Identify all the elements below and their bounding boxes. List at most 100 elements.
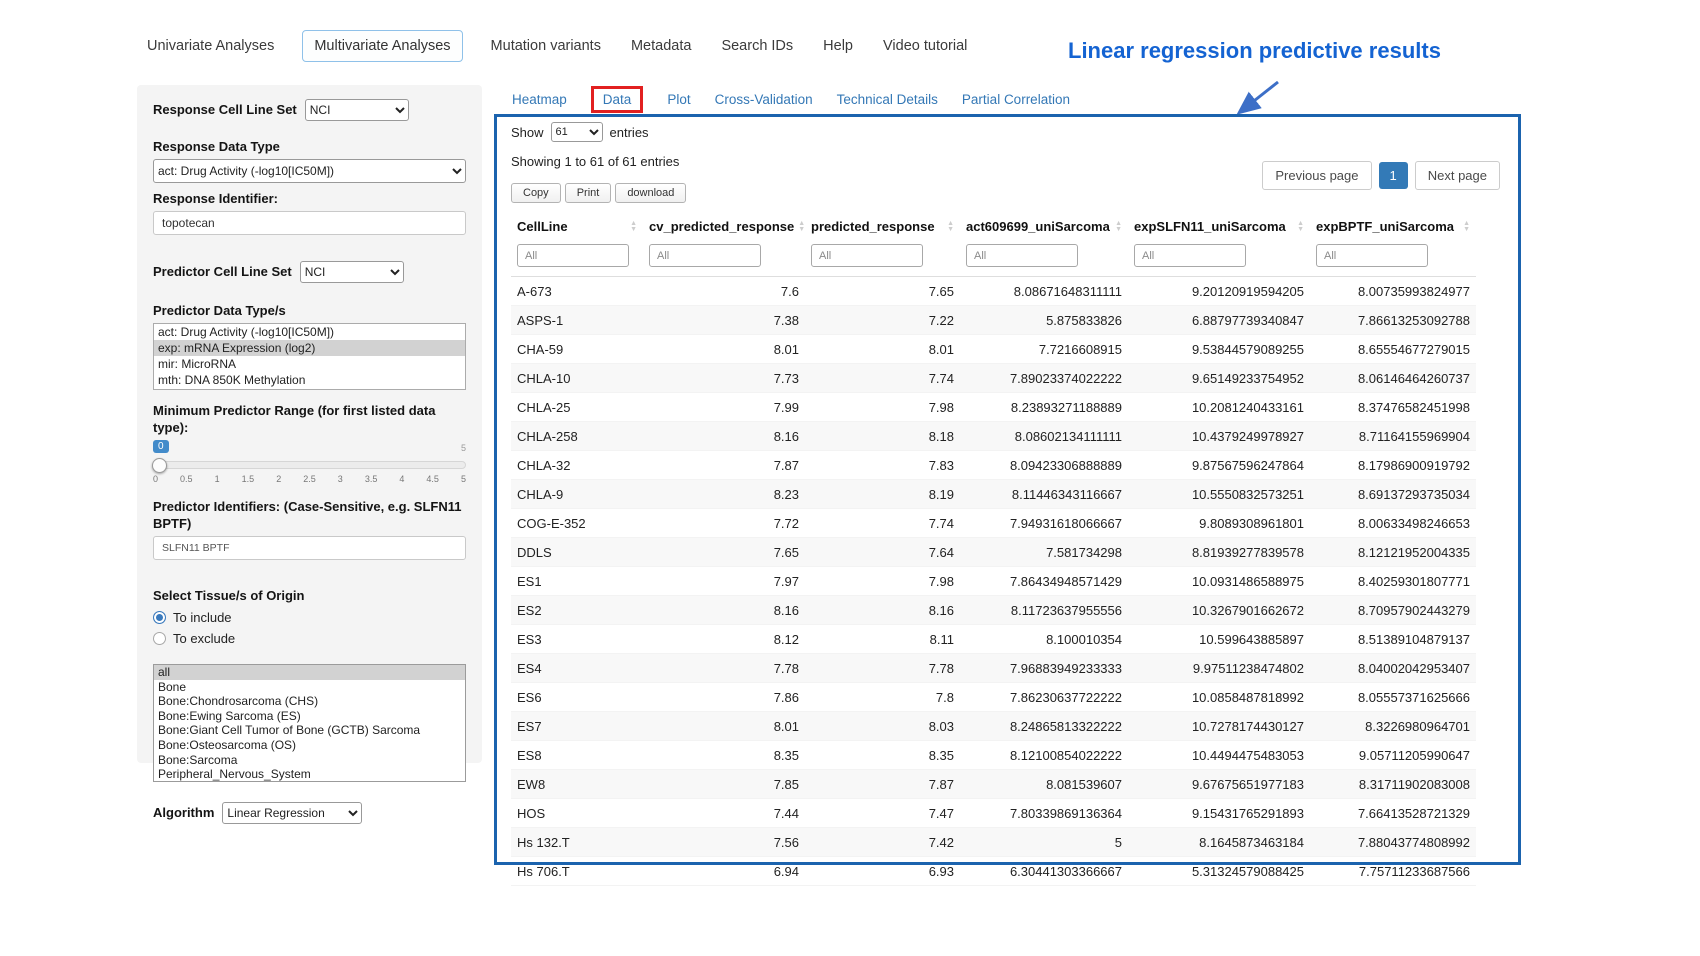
column-header-act609699-unisarcoma[interactable]: act609699_uniSarcoma▲▼ <box>960 212 1128 241</box>
response-cell-line-set-row: Response Cell Line Set NCI <box>153 99 466 121</box>
table-row[interactable]: A-6737.67.658.086716483111119.2012091959… <box>511 277 1476 306</box>
sort-icon[interactable]: ▲▼ <box>1463 221 1470 233</box>
filter-cell <box>511 244 643 267</box>
tab-technical-details[interactable]: Technical Details <box>837 92 938 107</box>
sidebar: Response Cell Line Set NCI Response Data… <box>137 85 482 763</box>
filter-input-predicted-response[interactable] <box>811 244 923 267</box>
table-row[interactable]: COG-E-3527.727.747.949316180666679.80893… <box>511 509 1476 538</box>
table-row[interactable]: CHLA-98.238.198.1144634311666710.5550832… <box>511 480 1476 509</box>
algorithm-select[interactable]: Linear Regression <box>222 802 362 824</box>
tissue-option-all[interactable]: all <box>154 665 465 680</box>
table-row[interactable]: ES28.168.168.1172363795555610.3267901662… <box>511 596 1476 625</box>
table-row[interactable]: ES88.358.358.1210085402222210.4494475483… <box>511 741 1476 770</box>
cell-value: 7.78 <box>643 654 805 682</box>
copy-button[interactable]: Copy <box>511 183 561 203</box>
response-identifier-input[interactable] <box>153 211 466 235</box>
column-header-cellline[interactable]: CellLine▲▼ <box>511 212 643 241</box>
nav-item-help[interactable]: Help <box>821 31 855 61</box>
data-type-option-act-drug-activity-log10-ic50m[interactable]: act: Drug Activity (-log10[IC50M]) <box>154 324 465 340</box>
nav-item-metadata[interactable]: Metadata <box>629 31 693 61</box>
tab-heatmap[interactable]: Heatmap <box>512 92 567 107</box>
column-header-expslfn11-unisarcoma[interactable]: expSLFN11_uniSarcoma▲▼ <box>1128 212 1310 241</box>
column-header-expbptf-unisarcoma[interactable]: expBPTF_uniSarcoma▲▼ <box>1310 212 1476 241</box>
table-row[interactable]: ES17.977.987.8643494857142910.0931486588… <box>511 567 1476 596</box>
cell-value: 10.3267901662672 <box>1128 596 1310 624</box>
cell-name: CHLA-32 <box>511 451 643 479</box>
table-row[interactable]: EW87.857.878.0815396079.676756519771838.… <box>511 770 1476 799</box>
table-row[interactable]: ES47.787.787.968839492333339.97511238474… <box>511 654 1476 683</box>
table-row[interactable]: ASPS-17.387.225.8758338266.8879773934084… <box>511 306 1476 335</box>
sort-icon[interactable]: ▲▼ <box>947 221 954 233</box>
nav-item-univariate-analyses[interactable]: Univariate Analyses <box>145 31 276 61</box>
sort-desc-icon: ▼ <box>630 227 637 233</box>
column-header-predicted-response[interactable]: predicted_response▲▼ <box>805 212 960 241</box>
table-row[interactable]: CHLA-257.997.988.2389327118888910.208124… <box>511 393 1476 422</box>
data-type-option-exp-mrna-expression-log2[interactable]: exp: mRNA Expression (log2) <box>154 340 465 356</box>
cell-name: ES4 <box>511 654 643 682</box>
sort-icon[interactable]: ▲▼ <box>1297 221 1304 233</box>
nav-item-multivariate-analyses[interactable]: Multivariate Analyses <box>302 30 462 62</box>
table-row[interactable]: Hs 132.T7.567.4258.16458734631847.880437… <box>511 828 1476 857</box>
predictor-cell-line-set-select[interactable]: NCI <box>300 261 404 283</box>
slider-handle[interactable] <box>152 458 167 473</box>
slider-track[interactable] <box>153 461 466 469</box>
data-type-option-mth-dna-850k-methylation[interactable]: mth: DNA 850K Methylation <box>154 372 465 388</box>
table-row[interactable]: DDLS7.657.647.5817342988.819392778395788… <box>511 538 1476 567</box>
tissue-option-bone-ewing-sarcoma-es[interactable]: Bone:Ewing Sarcoma (ES) <box>154 709 465 724</box>
entries-select[interactable]: 61 <box>551 122 603 142</box>
slider-tick: 0.5 <box>180 474 193 484</box>
sort-icon[interactable]: ▲▼ <box>1115 221 1122 233</box>
table-row[interactable]: Hs 706.T6.946.936.304413033666675.313245… <box>511 857 1476 886</box>
nav-item-mutation-variants[interactable]: Mutation variants <box>489 31 603 61</box>
column-header-cv-predicted-response[interactable]: cv_predicted_response▲▼ <box>643 212 805 241</box>
tissue-include-radio[interactable]: To include <box>153 610 466 625</box>
table-row[interactable]: ES38.128.118.10001035410.5996438858978.5… <box>511 625 1476 654</box>
cell-value: 8.08602134111111 <box>960 422 1128 450</box>
tissue-option-bone-sarcoma[interactable]: Bone:Sarcoma <box>154 753 465 768</box>
filter-input-cv-predicted-response[interactable] <box>649 244 761 267</box>
filter-input-expslfn11-unisarcoma[interactable] <box>1134 244 1246 267</box>
response-cell-line-set-select[interactable]: NCI <box>305 99 409 121</box>
filter-input-cellline[interactable] <box>517 244 629 267</box>
next-page-button[interactable]: Next page <box>1415 161 1500 190</box>
cell-value: 8.09423306888889 <box>960 451 1128 479</box>
table-row[interactable]: ES78.018.038.2486581332222210.7278174430… <box>511 712 1476 741</box>
page-number-active[interactable]: 1 <box>1379 162 1408 189</box>
table-row[interactable]: CHLA-327.877.838.094233068888899.8756759… <box>511 451 1476 480</box>
predictor-cell-line-set-row: Predictor Cell Line Set NCI <box>153 261 466 283</box>
nav-item-video-tutorial[interactable]: Video tutorial <box>881 31 969 61</box>
data-type-option-mir-microrna[interactable]: mir: MicroRNA <box>154 356 465 372</box>
tab-cross-validation[interactable]: Cross-Validation <box>715 92 813 107</box>
tissue-listbox: allBoneBone:Chondrosarcoma (CHS)Bone:Ewi… <box>153 664 466 782</box>
filter-cell <box>960 244 1128 267</box>
table-row[interactable]: HOS7.447.477.803398691363649.15431765291… <box>511 799 1476 828</box>
tab-data[interactable]: Data <box>591 86 644 113</box>
nav-item-search-ids[interactable]: Search IDs <box>719 31 795 61</box>
filter-input-expbptf-unisarcoma[interactable] <box>1316 244 1428 267</box>
cell-value: 8.16 <box>643 596 805 624</box>
cell-name: A-673 <box>511 277 643 305</box>
cell-value: 7.8 <box>805 683 960 711</box>
tab-partial-correlation[interactable]: Partial Correlation <box>962 92 1070 107</box>
tissue-option-bone[interactable]: Bone <box>154 680 465 695</box>
download-button[interactable]: download <box>615 183 686 203</box>
tissue-option-bone-giant-cell-tumor-of-bone-gctb-sarcoma[interactable]: Bone:Giant Cell Tumor of Bone (GCTB) Sar… <box>154 723 465 738</box>
table-row[interactable]: CHLA-107.737.747.890233740222229.6514923… <box>511 364 1476 393</box>
table-row[interactable]: CHLA-2588.168.188.0860213411111110.43792… <box>511 422 1476 451</box>
previous-page-button[interactable]: Previous page <box>1262 161 1371 190</box>
print-button[interactable]: Print <box>565 183 612 203</box>
tab-plot[interactable]: Plot <box>667 92 690 107</box>
predictor-data-types-listbox: act: Drug Activity (-log10[IC50M])exp: m… <box>153 323 466 390</box>
tissue-option-bone-osteosarcoma-os[interactable]: Bone:Osteosarcoma (OS) <box>154 738 465 753</box>
sort-icon[interactable]: ▲▼ <box>630 221 637 233</box>
tissue-exclude-radio[interactable]: To exclude <box>153 631 466 646</box>
table-row[interactable]: ES67.867.87.8623063772222210.08584878189… <box>511 683 1476 712</box>
response-data-type-select[interactable]: act: Drug Activity (-log10[IC50M]) <box>153 159 466 183</box>
tissue-option-bone-chondrosarcoma-chs[interactable]: Bone:Chondrosarcoma (CHS) <box>154 694 465 709</box>
cell-value: 7.97 <box>643 567 805 595</box>
predictor-identifiers-input[interactable] <box>153 536 466 560</box>
tissue-option-peripheral-nervous-system[interactable]: Peripheral_Nervous_System <box>154 767 465 782</box>
filter-input-act609699-unisarcoma[interactable] <box>966 244 1078 267</box>
table-row[interactable]: CHA-598.018.017.72166089159.538445790892… <box>511 335 1476 364</box>
cell-value: 5.875833826 <box>960 306 1128 334</box>
